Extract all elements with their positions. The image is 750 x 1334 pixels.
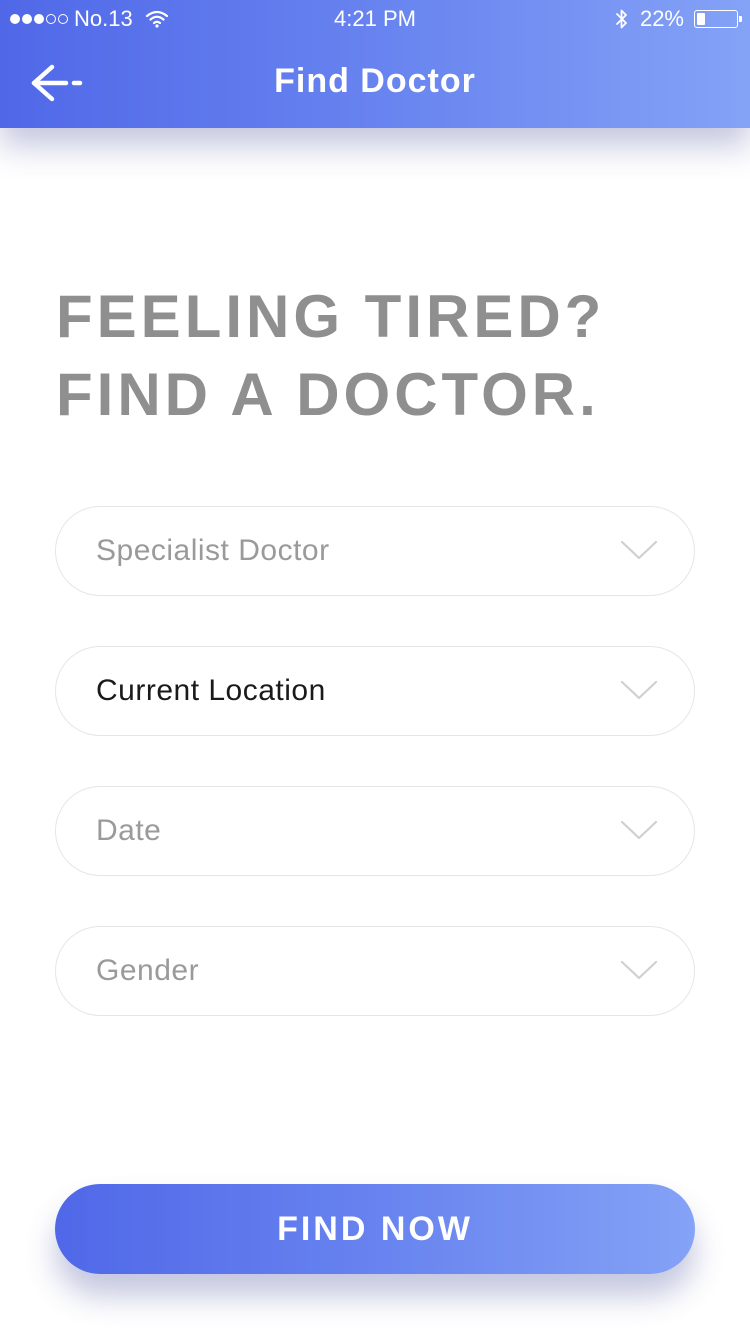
- chevron-down-icon: [620, 820, 658, 840]
- gender-label: Gender: [96, 954, 200, 987]
- chevron-down-icon: [620, 680, 658, 700]
- app-header: No.13 4:21 PM 22% Find Doctor: [0, 0, 750, 128]
- headline-line-2: FIND A DOCTOR.: [56, 361, 600, 428]
- bluetooth-icon: [616, 9, 627, 29]
- hero-headline: FEELING TIRED? FIND A DOCTOR.: [56, 278, 716, 434]
- date-select[interactable]: Date: [55, 786, 695, 876]
- specialist-doctor-select[interactable]: Specialist Doctor: [55, 506, 695, 596]
- page-title: Find Doctor: [274, 62, 476, 100]
- headline-line-1: FEELING TIRED?: [56, 283, 606, 350]
- chevron-down-icon: [620, 540, 658, 560]
- battery-percent: 22%: [639, 6, 684, 31]
- battery-tip: [739, 16, 742, 22]
- battery-level: [697, 13, 705, 25]
- status-right: 22%: [614, 6, 742, 32]
- specialist-doctor-label: Specialist Doctor: [96, 534, 330, 567]
- gender-select[interactable]: Gender: [55, 926, 695, 1016]
- find-now-button[interactable]: FIND NOW: [55, 1184, 695, 1274]
- status-bar: No.13 4:21 PM 22%: [0, 0, 750, 40]
- battery-icon: [694, 10, 742, 28]
- current-location-select[interactable]: Current Location: [55, 646, 695, 736]
- current-location-label: Current Location: [96, 674, 326, 707]
- chevron-down-icon: [620, 960, 658, 980]
- date-label: Date: [96, 814, 162, 847]
